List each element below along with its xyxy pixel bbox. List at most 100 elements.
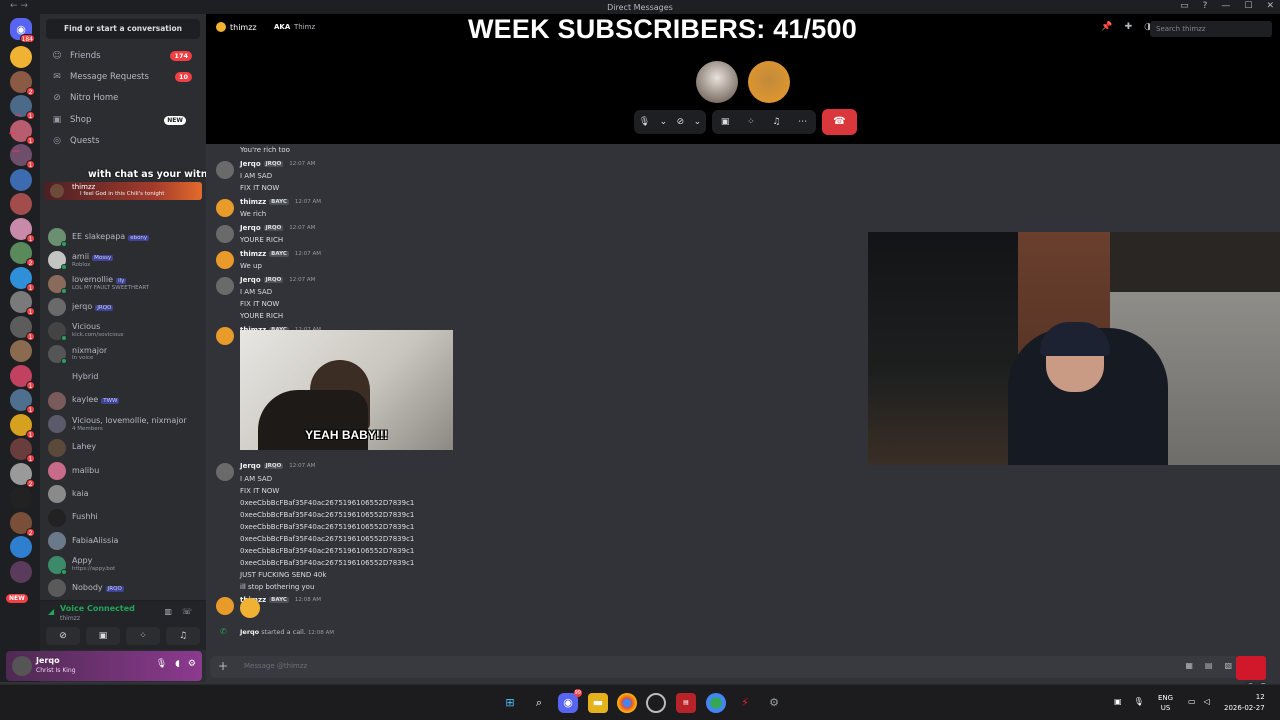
screen-share-button[interactable]: ▣ (86, 627, 120, 645)
dm-item[interactable]: Vicious, lovemollie, nixmajor 4 Members (46, 413, 202, 435)
header-username[interactable]: thimzz (230, 23, 257, 32)
call-mic-icon[interactable]: 🎙 (639, 117, 650, 127)
message-author[interactable]: thimzz (240, 198, 266, 206)
server-icon[interactable]: 1 (10, 438, 35, 463)
call-avatar-thimzz[interactable] (748, 61, 790, 103)
message-avatar[interactable] (216, 597, 234, 615)
server-icon[interactable]: 2 (10, 242, 35, 267)
minimize-button[interactable]: — (1221, 1, 1230, 11)
chrome-icon[interactable] (617, 693, 637, 713)
find-conversation-button[interactable]: Find or start a conversation (46, 19, 200, 39)
network-icon[interactable]: ▭ (1188, 697, 1196, 706)
discord-taskbar-icon[interactable]: ◉ 99 (558, 689, 582, 713)
server-icon[interactable]: 1 (10, 266, 35, 292)
file-explorer-icon[interactable]: ▬ (588, 693, 608, 713)
message-avatar[interactable] (216, 276, 234, 295)
home-button[interactable]: ◉ 184 (10, 18, 35, 43)
message-avatar[interactable] (216, 224, 234, 243)
dm-item[interactable]: kaylee TWW (46, 390, 202, 412)
search-icon[interactable]: ⌕ (529, 693, 549, 713)
server-icon[interactable]: 1 (10, 389, 35, 414)
soundboard-button[interactable]: ♫ (166, 627, 200, 645)
server-icon[interactable]: 2 (10, 462, 35, 488)
message-avatar[interactable] (216, 250, 234, 269)
dm-item[interactable]: Fushhi (46, 507, 202, 529)
chevron-down-icon[interactable]: ⌄ (694, 117, 702, 127)
inbox-icon[interactable]: ▭ (1180, 1, 1189, 11)
add-friend-icon[interactable]: ✚ (1125, 22, 1133, 32)
activities-icon[interactable]: ⁘ (747, 117, 755, 127)
server-icon[interactable]: 2 (10, 511, 35, 537)
camera-off-icon[interactable]: ⊘ (677, 117, 685, 127)
message-composer[interactable]: + Message @thimzz ▦ ▤ ▧ (210, 656, 1240, 678)
dm-item[interactable]: lovemollie ily LOL MY FAULT SWEETHEART (46, 273, 202, 295)
user-panel[interactable]: Jerqo Christ Is King 🎙 ◖ ⚙ (6, 651, 202, 681)
app-lightning-icon[interactable]: ⚡ (735, 693, 755, 713)
message-avatar[interactable] (216, 463, 234, 481)
gif-icon[interactable]: ▤ (1205, 661, 1213, 670)
pin-icon[interactable]: 📌 (1101, 22, 1112, 32)
server-icon[interactable] (10, 46, 32, 68)
server-icon[interactable]: 1 (10, 217, 35, 243)
volume-icon[interactable]: ◁ (1204, 697, 1210, 706)
more-icon[interactable]: ⋯ (798, 117, 807, 127)
obs-icon[interactable] (646, 693, 666, 713)
chrome-alt-icon[interactable] (706, 693, 726, 713)
activities-button[interactable]: ⁘ (126, 627, 160, 645)
dm-item[interactable]: amii Mossy Roblox (46, 249, 202, 271)
nav-shop[interactable]: ▣ Shop NEW (46, 110, 200, 130)
soundboard-icon[interactable]: ♫ (772, 117, 780, 127)
disconnect-icon[interactable]: ☏ (182, 607, 192, 616)
nav-friends[interactable]: ☺ Friends 174 (46, 46, 200, 66)
user-avatar[interactable] (12, 656, 32, 676)
call-avatar-jerqo[interactable] (696, 61, 738, 103)
dm-item[interactable]: malibu (46, 460, 202, 482)
dm-item[interactable]: kaia (46, 483, 202, 505)
share-screen-icon[interactable]: ▣ (721, 117, 730, 127)
nav-message-requests[interactable]: ✉ Message Requests 10 (46, 67, 200, 87)
dm-item[interactable]: jerqo JRQO (46, 296, 202, 318)
message-avatar[interactable] (216, 326, 234, 345)
server-icon[interactable] (10, 340, 32, 362)
language-indicator[interactable]: ENG US (1158, 693, 1173, 713)
sticker-icon[interactable]: ▧ (1224, 661, 1232, 670)
help-icon[interactable]: ? (1203, 1, 1208, 11)
dm-item[interactable]: nixmajor In voice (46, 343, 202, 365)
maximize-button[interactable]: ☐ (1244, 1, 1252, 11)
chevron-down-icon[interactable]: ⌄ (660, 117, 668, 127)
dm-item[interactable]: Nobody JRQO (46, 577, 202, 599)
tray-mic-icon[interactable]: 🎙 (1134, 697, 1144, 706)
mic-icon[interactable]: 🎙 (156, 659, 167, 669)
gif-attachment[interactable]: YEAH BABY!!! (240, 330, 453, 450)
server-icon[interactable] (10, 560, 32, 583)
hangup-button[interactable]: ☎ (822, 109, 857, 135)
dm-item[interactable]: Vicious kick.com/sovicious (46, 320, 202, 342)
message-avatar[interactable] (216, 198, 234, 217)
dm-item[interactable]: Lahey (46, 437, 202, 459)
nav-arrows[interactable]: ← → (10, 1, 28, 11)
server-icon[interactable] (10, 536, 32, 558)
search-input[interactable]: Search thimzz (1150, 21, 1272, 37)
dm-item[interactable]: FabiaAlissia (46, 530, 202, 552)
message-author[interactable]: Jerqo (240, 276, 261, 284)
nav-quests[interactable]: ◎ Quests (46, 131, 200, 151)
message-author[interactable]: thimzz (240, 250, 266, 258)
dm-item[interactable]: Appy https://appy.bot (46, 554, 202, 576)
server-icon[interactable]: 1 (10, 364, 35, 390)
settings-icon[interactable]: ⚙ (764, 693, 784, 713)
dm-item[interactable]: EE slakepapa ebony (46, 226, 202, 248)
close-button[interactable]: ✕ (1266, 1, 1274, 11)
noise-suppression-icon[interactable]: ▥ (164, 607, 172, 616)
server-icon[interactable] (10, 487, 32, 509)
server-icon[interactable]: 1 (10, 291, 35, 316)
video-off-button[interactable]: ⊘ (46, 627, 80, 645)
stream-deck-icon[interactable]: ▤ (676, 693, 696, 713)
gift-icon[interactable]: ▦ (1185, 661, 1193, 670)
voice-connected-label[interactable]: Voice Connected (60, 604, 135, 613)
clock[interactable]: 12 2026-02-27 (1224, 692, 1265, 714)
nav-nitro-home[interactable]: ⊘ Nitro Home (46, 88, 200, 108)
message-avatar[interactable] (216, 160, 234, 179)
server-icon[interactable]: 2 (10, 70, 35, 96)
tray-app-icon[interactable]: ▣ (1114, 697, 1122, 706)
message-author[interactable]: Jerqo (240, 160, 261, 168)
